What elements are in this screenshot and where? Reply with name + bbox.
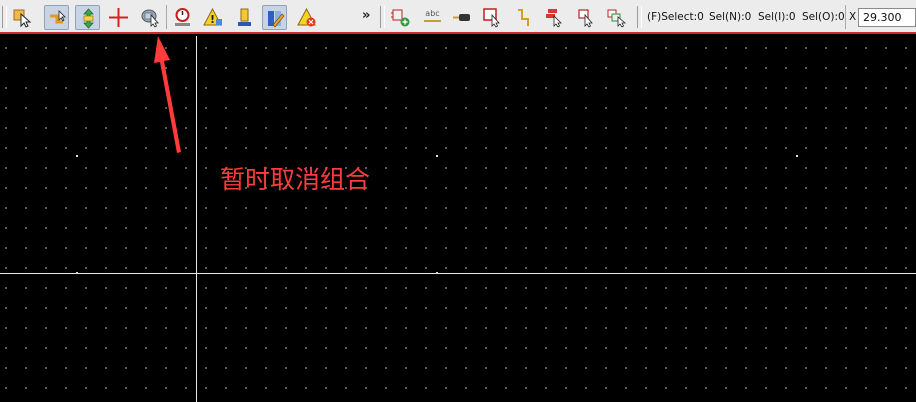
toolbar-separator [845, 5, 846, 29]
origin-marker [76, 272, 78, 274]
wire-step-button[interactable] [512, 5, 537, 30]
toolbar-separator [166, 5, 167, 29]
text-abc-icon: abc [424, 9, 441, 22]
drag-connected-icon [50, 10, 66, 24]
temporarily-ungroup-button[interactable] [138, 5, 163, 30]
svg-text:abc: abc [425, 9, 439, 18]
temporarily-ungroup-icon [141, 9, 159, 28]
select-region-icon [483, 8, 500, 28]
svg-text:!: ! [210, 13, 215, 26]
x-coordinate-label: X [849, 11, 857, 23]
measure-button[interactable] [170, 5, 195, 30]
multi-select-icon [607, 9, 627, 28]
origin-marker [436, 272, 438, 274]
pick-arrow-icon [578, 9, 593, 28]
add-part-icon [391, 9, 410, 27]
toolbar-grip[interactable] [380, 6, 385, 28]
select-objects-button[interactable] [10, 5, 35, 30]
net-color-button[interactable] [232, 5, 257, 30]
clear-errors-button[interactable] [294, 5, 319, 30]
multi-select-button[interactable] [604, 5, 629, 30]
cross-select-button[interactable] [542, 5, 567, 30]
toolbar-overflow-button[interactable]: » [362, 8, 370, 23]
origin-marker [436, 155, 438, 157]
probe-icon [453, 14, 470, 21]
cross-probe-button[interactable] [106, 5, 131, 30]
status-f-select: (F)Select:0 [647, 11, 704, 23]
move-group-icon [83, 8, 94, 29]
cross-probe-icon [109, 8, 128, 27]
annotation-arrow-icon [154, 36, 181, 153]
layer-pen-icon [268, 11, 285, 28]
x-coordinate-field[interactable]: 29.300 [858, 8, 916, 27]
drc-warning-icon: ! [203, 7, 222, 26]
probe-button[interactable] [450, 5, 475, 30]
origin-marker [76, 155, 78, 157]
toolbar-grip[interactable] [2, 6, 7, 28]
design-canvas[interactable] [0, 36, 916, 402]
net-color-icon [238, 8, 251, 26]
pick-arrow-button[interactable] [574, 5, 599, 30]
drag-connected-button[interactable] [44, 5, 69, 30]
measure-icon [175, 8, 190, 26]
text-abc-button[interactable]: abc [420, 5, 445, 30]
annotation-label: 暂时取消组合 [220, 165, 371, 194]
status-sel-n: Sel(N):0 [709, 11, 752, 23]
move-group-button[interactable] [75, 5, 100, 30]
origin-marker [796, 155, 798, 157]
toolbar-grip[interactable] [637, 6, 642, 28]
cross-select-icon [546, 9, 562, 28]
crosshair-horizontal [0, 273, 916, 274]
wire-step-icon [518, 9, 529, 26]
clear-errors-icon [297, 7, 316, 27]
select-region-button[interactable] [480, 5, 505, 30]
status-sel-o: Sel(O):0 [802, 11, 845, 23]
drc-warning-button[interactable]: ! [200, 5, 225, 30]
add-part-button[interactable] [388, 5, 413, 30]
layer-pen-button[interactable] [262, 5, 287, 30]
main-toolbar: ! » abc (F)Select:0 Sel(N):0 Sel(I):0 Se… [0, 0, 916, 34]
status-sel-i: Sel(I):0 [758, 11, 796, 23]
select-objects-icon [13, 9, 32, 28]
